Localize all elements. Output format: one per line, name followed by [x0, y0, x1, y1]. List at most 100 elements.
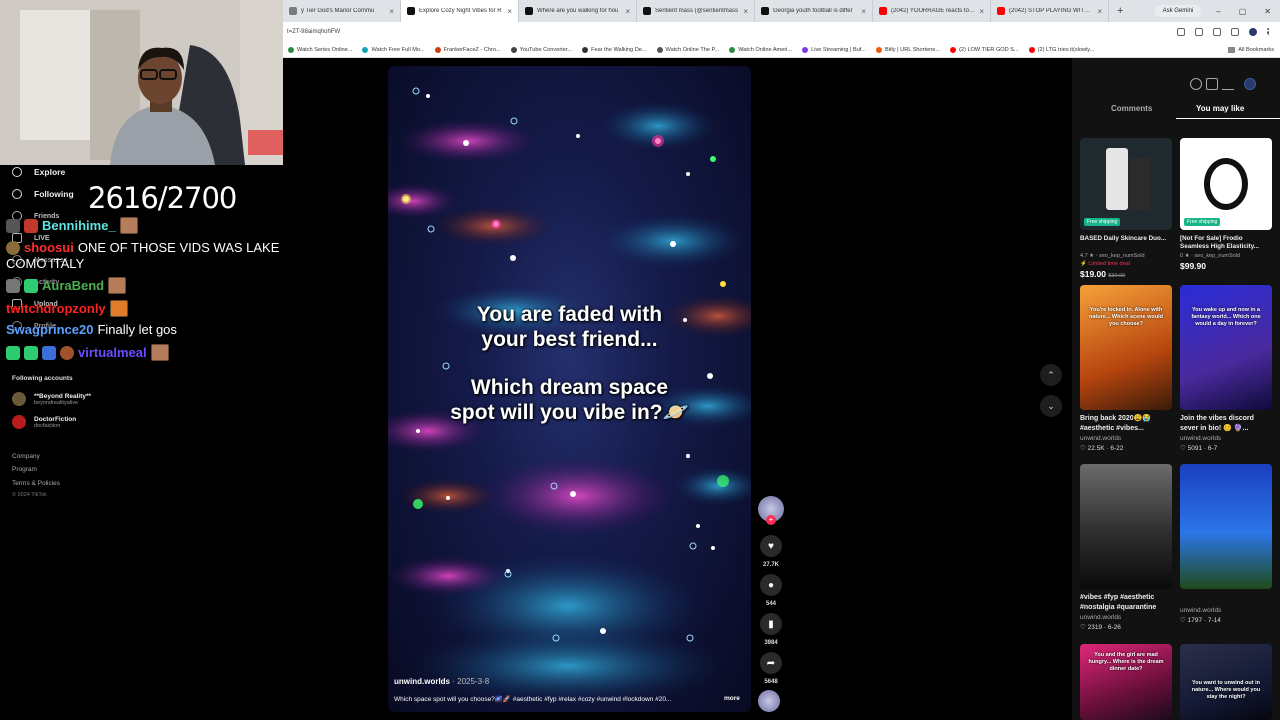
- tab-comments[interactable]: Comments: [1111, 104, 1152, 113]
- video-card-author[interactable]: unwind.worlds: [1180, 607, 1272, 614]
- free-shipping-badge: Free shipping: [1184, 218, 1221, 226]
- bookmark-item[interactable]: FrankerFaceZ - Chro...: [430, 46, 506, 53]
- bookmark-item[interactable]: Live Streaming | Buf...: [797, 46, 871, 53]
- bookmark-item[interactable]: Watch Free Full Mo...: [357, 46, 429, 53]
- bookmark-item[interactable]: (2) LTG tries it(slowly...: [1024, 46, 1100, 53]
- close-icon[interactable]: ×: [1097, 7, 1102, 16]
- url-field[interactable]: t=ZT-98aimqhohFW: [287, 29, 340, 35]
- product-card[interactable]: Free shipping BASED Daily Skincare Duo..…: [1080, 138, 1172, 279]
- all-bookmarks-button[interactable]: All Bookmarks: [1228, 46, 1280, 53]
- video-card[interactable]: #vibes #fyp #aesthetic #nostalgia #quara…: [1080, 464, 1172, 631]
- close-icon[interactable]: ×: [507, 7, 512, 16]
- product-image: Free shipping: [1180, 138, 1272, 230]
- video-thumbnail: [1080, 464, 1172, 589]
- heart-icon: ♥: [760, 535, 782, 557]
- video-card-author[interactable]: unwind.worlds: [1180, 435, 1272, 442]
- sidebar-icon[interactable]: [1231, 28, 1239, 36]
- bookmark-item[interactable]: Watch Online Ameri...: [724, 46, 797, 53]
- browser-tab[interactable]: (2042) YOURRAGE reacts to TA ×: [873, 0, 991, 22]
- tab-label: Explore Cozy Night Vibes for R: [419, 8, 502, 14]
- bookmark-label: Watch Free Full Mo...: [371, 46, 425, 53]
- footer-link-program[interactable]: Program: [12, 466, 37, 473]
- browser-tab[interactable]: Where are you walking for hou ×: [519, 0, 637, 22]
- window-close-icon[interactable]: ✕: [1255, 7, 1280, 16]
- browser-tab[interactable]: (2042) STOP PLAYING WITH US ×: [991, 0, 1109, 22]
- cast-icon[interactable]: [1177, 28, 1185, 36]
- save-button[interactable]: ▮ 3984: [758, 613, 784, 646]
- video-card-author[interactable]: unwind.worlds: [1080, 614, 1172, 621]
- bookmark-item[interactable]: Watch Online The P...: [652, 46, 725, 53]
- comment-button[interactable]: ● 544: [758, 574, 784, 607]
- menu-dots-icon[interactable]: [1267, 28, 1270, 36]
- profile-avatar-icon[interactable]: [1249, 28, 1257, 36]
- video-card[interactable]: You wake up and now in a fantasy world..…: [1180, 285, 1272, 452]
- chat-text: ONE OF THOSE VIDS WAS LAKE: [77, 240, 280, 255]
- product-card[interactable]: Free shipping [Not For Sale] Frodio Seam…: [1180, 138, 1272, 271]
- more-button[interactable]: more: [724, 695, 740, 702]
- avatar: [12, 392, 26, 406]
- compass-icon[interactable]: [1190, 78, 1202, 90]
- video-date: · 2025-3-8: [452, 677, 490, 686]
- bookmark-item[interactable]: Bitly | URL Shortene...: [871, 46, 945, 53]
- author-name[interactable]: unwind.worlds: [394, 677, 450, 686]
- video-card[interactable]: You're locked in. Alone with nature... W…: [1080, 285, 1172, 452]
- bookmark-item[interactable]: Fear the Walking De...: [577, 46, 651, 53]
- download-icon[interactable]: [1222, 78, 1234, 90]
- following-account-item[interactable]: **Beyond Reality** beyondrealityalive: [12, 392, 91, 406]
- tab-you-may-like[interactable]: You may like: [1196, 104, 1244, 113]
- sidebar-item-explore[interactable]: Explore: [12, 167, 65, 177]
- next-video-button[interactable]: ⌄: [1040, 395, 1062, 417]
- close-icon[interactable]: ×: [625, 7, 630, 16]
- bookmark-item[interactable]: YouTube Converter...: [506, 46, 577, 53]
- bookmark-item[interactable]: (2) LOW TIER GOD S...: [945, 46, 1024, 53]
- chat-badge-icon: [6, 218, 20, 233]
- browser-tab[interactable]: Georgia youth football is differ ×: [755, 0, 873, 22]
- bookmark-favicon-icon: [510, 46, 517, 53]
- extensions-icon[interactable]: [1213, 28, 1221, 36]
- browser-tab-active[interactable]: Explore Cozy Night Vibes for R ×: [401, 0, 519, 22]
- close-icon[interactable]: ×: [979, 7, 984, 16]
- browser-tab[interactable]: Sentient mass (@sentientmass ×: [637, 0, 755, 22]
- bookmark-item[interactable]: Watch Series Online...: [283, 46, 357, 53]
- phone-icon[interactable]: [1206, 78, 1218, 90]
- sound-avatar[interactable]: [758, 690, 784, 712]
- bookmark-star-icon[interactable]: [1195, 28, 1203, 36]
- account-handle: beyondrealityalive: [34, 399, 79, 406]
- new-tab-button[interactable]: +: [1109, 5, 1131, 17]
- close-icon[interactable]: ×: [389, 7, 394, 16]
- chevron-down-icon: ⌄: [1047, 400, 1055, 411]
- follow-plus-icon[interactable]: +: [766, 515, 776, 525]
- product-price: $99.90: [1180, 261, 1272, 271]
- video-player[interactable]: You are faded with your best friend... W…: [388, 66, 751, 712]
- footer-link-terms[interactable]: Terms & Policies: [12, 480, 60, 487]
- ring-shape: [1204, 158, 1248, 210]
- creator-avatar[interactable]: +: [758, 496, 784, 526]
- maximize-icon[interactable]: ▢: [1230, 7, 1256, 16]
- video-author[interactable]: unwind.worlds · 2025-3-8: [394, 677, 489, 686]
- video-thumbnail: You wake up and now in a fantasy world..…: [1180, 285, 1272, 410]
- product-image: Free shipping: [1080, 138, 1172, 230]
- bookmark-favicon-icon: [362, 46, 369, 53]
- like-button[interactable]: ♥ 27.7K: [758, 535, 784, 568]
- stream-counter: 2616/2700: [88, 181, 237, 215]
- thumbnail-text: You wake up and now in a fantasy world..…: [1191, 307, 1261, 327]
- youtube-favicon-icon: [879, 7, 887, 15]
- video-card[interactable]: unwind.worlds ♡ 1797 · 7-14: [1180, 464, 1272, 624]
- share-button[interactable]: ➦ 5648: [758, 652, 784, 685]
- video-card[interactable]: You want to unwind out in nature... Wher…: [1180, 644, 1272, 720]
- following-account-item[interactable]: DoctorFiction docfaiction: [12, 415, 76, 429]
- avatar[interactable]: [1244, 78, 1256, 90]
- close-icon[interactable]: ×: [743, 7, 748, 16]
- previous-video-button[interactable]: ⌃: [1040, 364, 1062, 386]
- footer-link-company[interactable]: Company: [12, 453, 40, 460]
- minimize-icon[interactable]: –: [1207, 7, 1229, 16]
- video-card[interactable]: You and the girl are mad hungry... Where…: [1080, 644, 1172, 720]
- ask-gemini-button[interactable]: Ask Gemini: [1154, 5, 1202, 17]
- address-bar: t=ZT-98aimqhohFW: [283, 22, 1280, 42]
- close-icon[interactable]: ×: [861, 7, 866, 16]
- sidebar-item-following[interactable]: Following: [12, 189, 74, 199]
- video-card-title: Bring back 2020😩😭 #aesthetic #vibes...: [1080, 415, 1152, 432]
- browser-tab[interactable]: y Tier God's Manor Commu ×: [283, 0, 401, 22]
- chat-text: Finally let gos: [97, 322, 177, 337]
- video-card-author[interactable]: unwind.worlds: [1080, 435, 1172, 442]
